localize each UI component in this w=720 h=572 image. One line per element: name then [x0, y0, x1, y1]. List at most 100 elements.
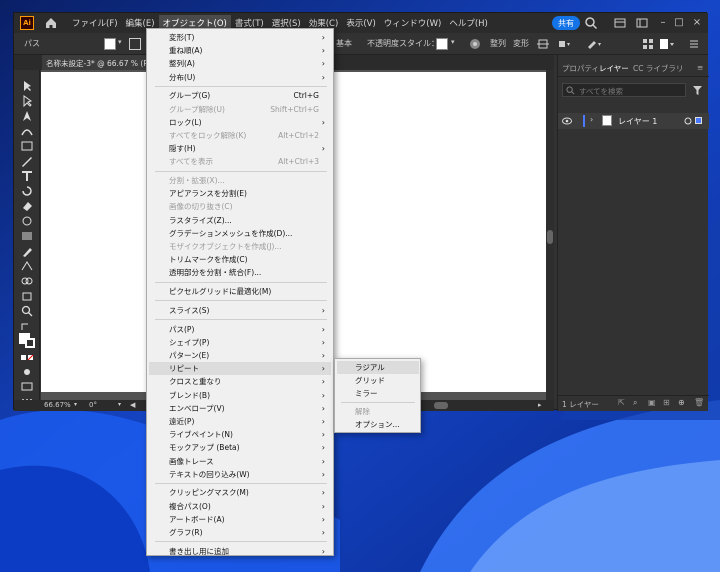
object-menu-item[interactable]: モックアップ (Beta) ›	[149, 441, 331, 454]
isolate-icon[interactable]	[537, 38, 549, 50]
fill-dropdown-icon[interactable]: ▾	[118, 38, 122, 46]
object-menu-item[interactable]: 重ね順(A) ›	[149, 44, 331, 57]
panel-menu-icon[interactable]: ≡	[697, 63, 703, 72]
object-menu-item[interactable]: グラフ(R) ›	[149, 526, 331, 539]
object-menu-item[interactable]: エンベロープ(V) ›	[149, 402, 331, 415]
locate-object-icon[interactable]: ⌕	[633, 398, 637, 408]
warp-tool-icon[interactable]	[20, 215, 34, 227]
object-menu-item[interactable]: パス(P) ›	[149, 323, 331, 336]
artboard-tool-icon[interactable]	[20, 290, 34, 302]
repeat-submenu-item[interactable]: ミラー	[337, 387, 419, 400]
object-menu-item[interactable]: シェイプ(P) ›	[149, 336, 331, 349]
puppet-warp-tool-icon[interactable]	[20, 260, 34, 272]
stroke-swatch[interactable]	[129, 38, 141, 50]
object-menu-item[interactable]: クロスと重なり ›	[149, 375, 331, 388]
object-menu-item[interactable]: テキストの回り込み(W) ›	[149, 468, 331, 481]
recolor-icon[interactable]	[469, 38, 481, 50]
layers-search-input[interactable]: すべてを検索	[562, 83, 686, 97]
object-menu-item[interactable]: アピアランスを分割(E)	[149, 187, 331, 200]
share-button[interactable]: 共有	[552, 16, 580, 30]
paintbrush-tool-icon[interactable]	[20, 155, 34, 167]
delete-layer-icon[interactable]: 🗑	[694, 398, 704, 407]
arrange-documents-icon[interactable]	[636, 17, 648, 29]
new-layer-icon[interactable]: ⊕	[678, 398, 685, 407]
clipping-mask-icon[interactable]: ▣	[648, 398, 656, 407]
expand-chevron-icon[interactable]: ›	[590, 115, 593, 124]
prev-artboard-icon[interactable]: ◀	[130, 401, 135, 410]
swap-colors-icon[interactable]	[20, 320, 34, 332]
object-menu-item[interactable]: ラスタライズ(Z)...	[149, 214, 331, 227]
style-dropdown-icon[interactable]: ▾	[451, 38, 455, 46]
type-tool-icon[interactable]	[20, 170, 34, 182]
gradient-tool-icon[interactable]	[20, 230, 34, 242]
object-menu-item[interactable]: トリムマークを作成(C)	[149, 253, 331, 266]
opacity-label[interactable]: 不透明度	[367, 38, 399, 49]
tab-layers[interactable]: レイヤー	[599, 63, 629, 74]
object-menu-item[interactable]: 書き出し用に追加 ›	[149, 545, 331, 558]
align-link[interactable]: 整列	[490, 38, 506, 49]
object-menu-item[interactable]: ピクセルグリッドに最適化(M)	[149, 285, 331, 298]
panel-layout-icon[interactable]	[659, 38, 675, 50]
menu-help[interactable]: ヘルプ(H)	[445, 15, 492, 31]
selection-indicator[interactable]	[695, 117, 702, 124]
eraser-tool-icon[interactable]	[20, 200, 34, 212]
workspace-icon[interactable]	[614, 17, 626, 29]
pen-tool-icon[interactable]	[20, 110, 34, 122]
zoom-tool-icon[interactable]	[20, 305, 34, 317]
maximize-icon[interactable]: □	[672, 16, 686, 30]
draw-mode-icon[interactable]	[20, 366, 34, 378]
rotation-dropdown-icon[interactable]: ▾	[118, 401, 121, 410]
new-sublayer-icon[interactable]: ⊞	[663, 398, 670, 407]
document-tab[interactable]: 名称未設定-3* @ 66.67 % (RGB/...	[42, 55, 152, 70]
repeat-submenu-item[interactable]: ラジアル	[337, 361, 419, 374]
rectangle-tool-icon[interactable]	[20, 140, 34, 152]
rotation-value[interactable]: 0°	[89, 401, 97, 410]
export-icon[interactable]: ⇱	[618, 398, 625, 407]
search-icon[interactable]	[584, 16, 598, 30]
menu-file[interactable]: ファイル(F)	[68, 15, 122, 31]
object-menu-item[interactable]: 複合パス(O) ›	[149, 500, 331, 513]
object-menu-item[interactable]: ライブペイント(N) ›	[149, 428, 331, 441]
brush-basic-label[interactable]: 基本	[336, 38, 352, 49]
object-menu-item[interactable]: グラデーションメッシュを作成(D)...	[149, 227, 331, 240]
close-icon[interactable]: ×	[690, 16, 704, 30]
color-mode-icon[interactable]	[20, 352, 34, 364]
target-icon[interactable]	[684, 117, 692, 125]
zoom-level[interactable]: 66.67%	[44, 401, 71, 410]
direct-selection-tool-icon[interactable]	[20, 95, 34, 107]
object-menu-item[interactable]: ブレンド(B) ›	[149, 389, 331, 402]
shape-builder-tool-icon[interactable]	[20, 275, 34, 287]
grid-view-icon[interactable]	[642, 38, 654, 50]
eyedropper-tool-icon[interactable]	[20, 245, 34, 257]
edit-toolbar-icon[interactable]	[586, 38, 602, 50]
object-menu-item[interactable]: スライス(S) ›	[149, 304, 331, 317]
tab-cc-libraries[interactable]: CC ライブラリ	[633, 63, 683, 74]
visibility-eye-icon[interactable]	[562, 117, 572, 125]
object-menu-item[interactable]: 遠近(P) ›	[149, 415, 331, 428]
arrange-icon[interactable]	[557, 38, 571, 50]
vertical-scroll-thumb[interactable]	[547, 230, 553, 244]
scroll-right-icon[interactable]: ▸	[538, 401, 542, 410]
object-menu-item[interactable]: 隠す(H) ›	[149, 142, 331, 155]
object-menu-item[interactable]: 整列(A) ›	[149, 57, 331, 70]
object-menu-item[interactable]: リピート ›	[149, 362, 331, 376]
object-menu-item[interactable]: 透明部分を分割・統合(F)...	[149, 266, 331, 279]
fill-swatch[interactable]	[104, 38, 116, 50]
rotate-tool-icon[interactable]	[20, 185, 34, 197]
stroke-color-box[interactable]	[25, 338, 35, 348]
transform-link[interactable]: 変形	[513, 38, 529, 49]
style-swatch[interactable]	[436, 38, 448, 50]
repeat-submenu-item[interactable]: オプション...	[337, 418, 419, 431]
tab-properties[interactable]: プロパティ	[562, 63, 599, 74]
menu-window[interactable]: ウィンドウ(W)	[380, 15, 446, 31]
object-menu-item[interactable]: パターン(E) ›	[149, 349, 331, 362]
filter-icon[interactable]	[692, 85, 703, 96]
vertical-scrollbar[interactable]	[546, 70, 554, 400]
screen-mode-icon[interactable]	[20, 380, 34, 392]
menu-view[interactable]: 表示(V)	[342, 15, 379, 31]
object-menu-item[interactable]: グループ(G) Ctrl+G	[149, 89, 331, 102]
object-menu-item[interactable]: クリッピングマスク(M) ›	[149, 486, 331, 499]
repeat-submenu-item[interactable]: グリッド	[337, 374, 419, 387]
zoom-dropdown-icon[interactable]: ▾	[74, 401, 77, 410]
horizontal-scroll-thumb[interactable]	[434, 402, 448, 409]
